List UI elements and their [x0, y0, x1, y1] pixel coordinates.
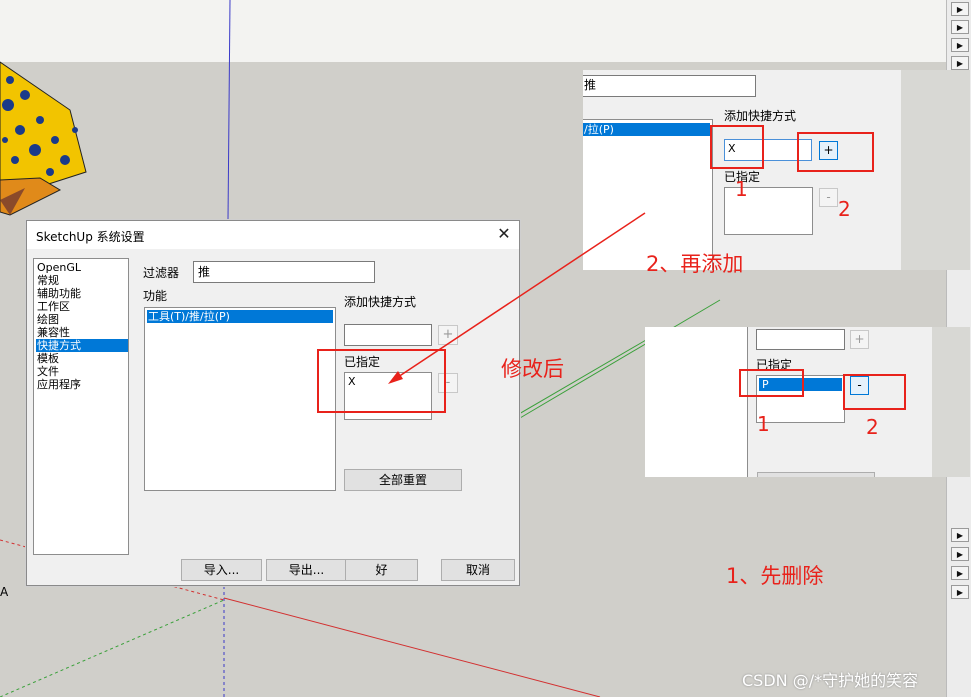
category-item-opengl[interactable]: OpenGL	[36, 261, 128, 274]
crop-add-function-item[interactable]: /拉(P)	[583, 123, 710, 136]
annotation-box-assigned-item	[739, 369, 804, 397]
crop-add-shortcut: 推 /拉(P) 添加快捷方式 X + 已指定 -	[583, 70, 970, 270]
function-list: 工具(T)/推/拉(P)	[144, 307, 336, 491]
annotation-add-mark-1: 1	[735, 177, 748, 201]
export-button[interactable]: 导出...	[266, 559, 347, 581]
crop-add-label: 添加快捷方式	[724, 109, 797, 123]
category-list: OpenGL 常规 辅助功能 工作区 绘图 兼容性 快捷方式 模板 文件 应用程…	[33, 258, 129, 555]
crop-remove-plus-button[interactable]: +	[850, 330, 869, 349]
watermark: CSDN @/*守护她的笑容	[742, 671, 919, 690]
function-label: 功能	[143, 289, 168, 303]
tray-expand-button-7[interactable]: ▶	[951, 566, 969, 580]
filter-input[interactable]: 推	[193, 261, 375, 283]
category-item-drawing[interactable]: 绘图	[36, 313, 128, 326]
reset-all-button[interactable]: 全部重置	[344, 469, 462, 491]
blue-axis	[227, 0, 231, 221]
annotation-box-assigned	[317, 349, 446, 413]
dialog-titlebar[interactable]: SketchUp 系统设置 ✕	[27, 221, 519, 249]
category-item-general[interactable]: 常规	[36, 274, 128, 287]
crop-remove-shortcut: + 已指定 P -	[645, 327, 970, 477]
category-item-files[interactable]: 文件	[36, 365, 128, 378]
category-item-applications[interactable]: 应用程序	[36, 378, 128, 391]
annotation-box-add-button	[797, 132, 874, 172]
green-axis-dashed	[0, 599, 225, 697]
add-shortcut-input[interactable]	[344, 324, 432, 346]
category-item-workspace[interactable]: 工作区	[36, 300, 128, 313]
tray-expand-button-2[interactable]: ▶	[951, 20, 969, 34]
category-item-compatibility[interactable]: 兼容性	[36, 326, 128, 339]
import-button[interactable]: 导入...	[181, 559, 262, 581]
add-shortcut-button[interactable]: +	[438, 325, 458, 345]
tray-expand-button-3[interactable]: ▶	[951, 38, 969, 52]
category-item-accessibility[interactable]: 辅助功能	[36, 287, 128, 300]
annotation-box-remove-button	[843, 374, 906, 410]
crop-add-minus-button[interactable]: -	[819, 188, 838, 207]
crop-remove-function-list	[645, 327, 748, 477]
annotation-box-add-input	[710, 125, 764, 169]
ok-button[interactable]: 好	[345, 559, 418, 581]
filter-label: 过滤器	[143, 266, 180, 280]
category-item-shortcuts[interactable]: 快捷方式	[36, 339, 128, 352]
crop-remove-viewport-edge	[932, 327, 970, 477]
tray-expand-button-6[interactable]: ▶	[951, 547, 969, 561]
category-item-template[interactable]: 模板	[36, 352, 128, 365]
svg-text:A: A	[0, 585, 9, 599]
red-axis	[223, 597, 601, 697]
close-icon[interactable]: ✕	[493, 223, 515, 245]
annotation-after-edit: 修改后	[501, 357, 564, 381]
dialog-title: SketchUp 系统设置	[36, 230, 145, 244]
annotation-step-two: 2、再添加	[646, 252, 744, 276]
add-shortcut-label: 添加快捷方式	[344, 295, 417, 309]
annotation-step-one: 1、先删除	[726, 564, 824, 588]
crop-add-viewport-edge	[901, 70, 970, 270]
cancel-button[interactable]: 取消	[441, 559, 515, 581]
crop-remove-reset-button[interactable]	[757, 472, 875, 477]
annotation-add-mark-2: 2	[838, 197, 851, 221]
function-item-pushpull[interactable]: 工具(T)/推/拉(P)	[147, 310, 333, 323]
annotation-remove-mark-2: 2	[866, 415, 879, 439]
tray-expand-button-4[interactable]: ▶	[951, 56, 969, 70]
tray-expand-button-5[interactable]: ▶	[951, 528, 969, 542]
tray-expand-button-8[interactable]: ▶	[951, 585, 969, 599]
tray-expand-button-1[interactable]: ▶	[951, 2, 969, 16]
crop-add-filter-input[interactable]: 推	[583, 75, 756, 97]
spotted-model	[0, 61, 87, 216]
crop-remove-shortcut-input[interactable]	[756, 329, 845, 350]
annotation-remove-mark-1: 1	[757, 412, 770, 436]
